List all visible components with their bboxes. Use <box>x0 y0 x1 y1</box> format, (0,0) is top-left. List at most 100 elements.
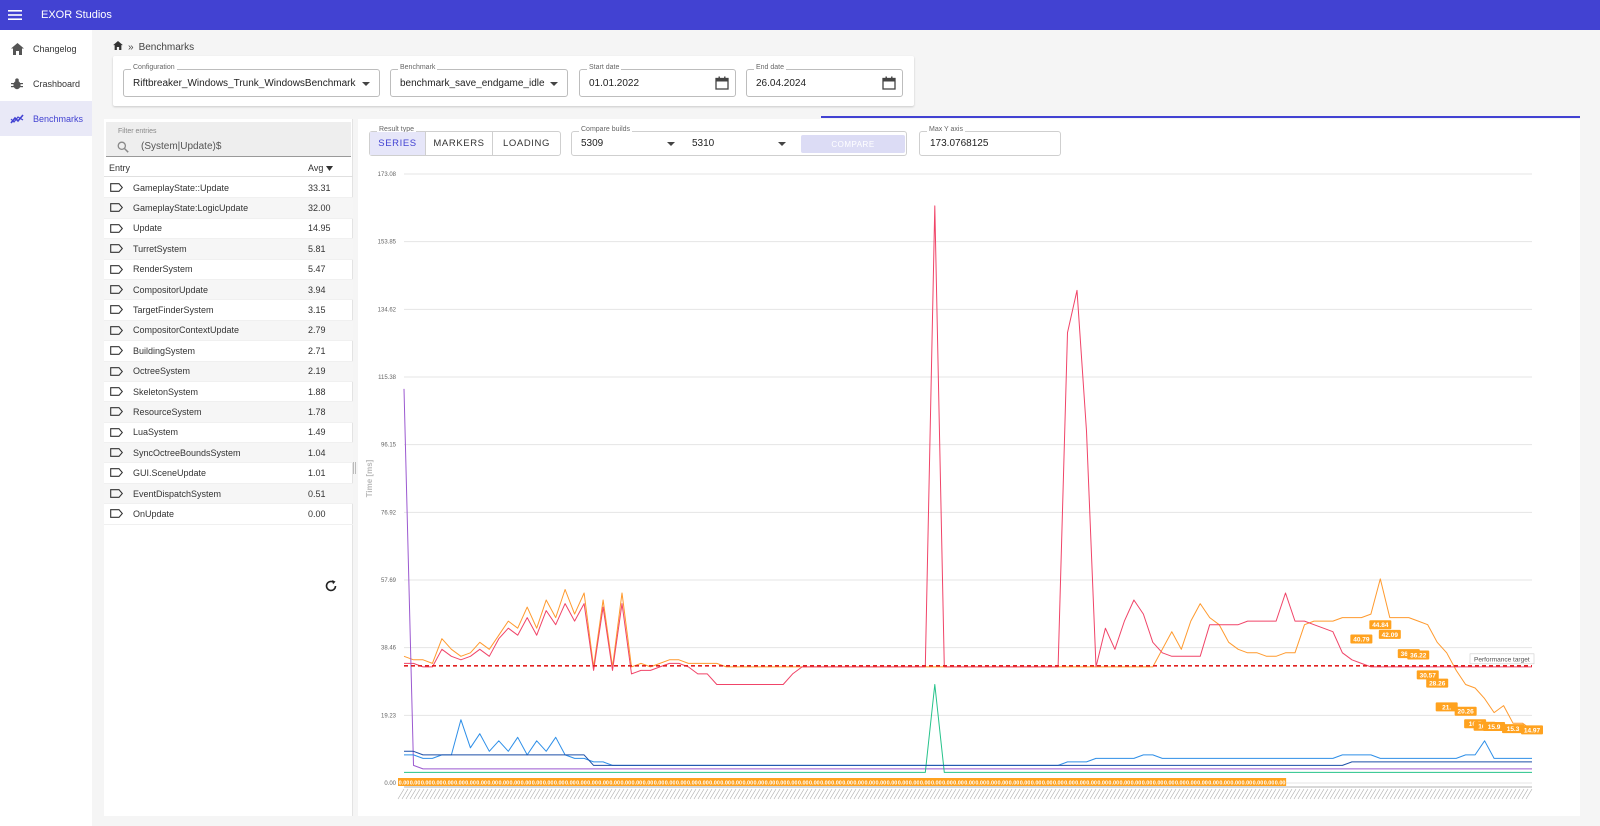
end-date-label: End date <box>754 64 787 71</box>
zero-label: 0.00 <box>432 781 443 787</box>
data-label: 15.9 <box>1488 724 1501 731</box>
calendar-icon[interactable] <box>715 76 729 95</box>
zero-label: 0.00 <box>964 781 975 787</box>
start-date-field[interactable]: Start date 01.01.2022 <box>579 64 736 97</box>
entry-avg: 2.79 <box>308 325 326 336</box>
table-row[interactable]: EventDispatchSystem 0.51 <box>104 483 353 505</box>
table-row[interactable]: SyncOctreeBoundsSystem 1.04 <box>104 443 353 464</box>
home-icon <box>9 41 25 57</box>
data-label: 30.57 <box>1420 672 1437 679</box>
entry-avg: 1.78 <box>308 406 326 417</box>
entry-avg: 2.71 <box>308 345 326 356</box>
max-y-axis-field[interactable]: Max Y axis 173.0768125 <box>919 126 1061 156</box>
table-row[interactable]: GUI.SceneUpdate 1.01 <box>104 463 353 484</box>
table-row[interactable]: OctreeSystem 2.19 <box>104 361 353 382</box>
entry-name: SkeletonSystem <box>133 386 199 397</box>
data-label: 20.26 <box>1458 709 1475 716</box>
zero-label: 0.00 <box>831 781 842 787</box>
table-row[interactable]: RenderSystem 5.47 <box>104 260 353 280</box>
table-row[interactable]: TargetFinderSystem 3.15 <box>104 300 353 321</box>
zero-label: 0.00 <box>975 781 986 787</box>
entry-name: CompositorContextUpdate <box>133 325 240 336</box>
table-row[interactable]: GameplayState::Update 33.31 <box>104 178 353 199</box>
zero-label: 0.00 <box>898 781 909 787</box>
sidebar-item-benchmarks[interactable]: Benchmarks <box>0 101 92 136</box>
sidebar-item-label: Changelog <box>33 43 77 54</box>
entry-avg: 0.51 <box>308 488 326 499</box>
end-date-field[interactable]: End date 26.04.2024 <box>746 64 903 97</box>
zero-label: 0.00 <box>1242 781 1253 787</box>
configuration-label: Configuration <box>131 64 177 71</box>
zero-label: 0.00 <box>1153 781 1164 787</box>
entry-name: GameplayState:LogicUpdate <box>133 203 249 214</box>
column-header-avg[interactable]: Avg <box>308 163 334 173</box>
zero-label: 0.00 <box>543 781 554 787</box>
data-label: 42.09 <box>1382 632 1399 639</box>
zero-label: 0.00 <box>864 781 875 787</box>
zero-label: 0.00 <box>532 781 543 787</box>
start-date-label: Start date <box>587 64 622 71</box>
zero-label: 0.00 <box>498 781 509 787</box>
zero-label: 0.00 <box>1031 781 1042 787</box>
zero-label: 0.00 <box>632 781 643 787</box>
sidebar: Changelog Crashboard Benchmarks <box>0 30 92 826</box>
table-row[interactable]: TurretSystem 5.81 <box>104 239 353 260</box>
label-outline-icon <box>110 387 124 398</box>
entry-name: EventDispatchSystem <box>133 488 222 499</box>
table-row[interactable]: CompositorContextUpdate 2.79 <box>104 320 353 342</box>
zero-label: 0.00 <box>986 781 997 787</box>
entry-name: Update <box>133 223 163 234</box>
table-row[interactable]: OnUpdate 0.00 <box>104 504 353 525</box>
zero-label: 0.00 <box>709 781 720 787</box>
table-row[interactable]: ResourceSystem 1.78 <box>104 402 353 423</box>
zero-label: 0.00 <box>1064 781 1075 787</box>
label-outline-icon <box>110 468 124 479</box>
max-y-axis-label: Max Y axis <box>927 126 965 133</box>
entry-avg: 1.04 <box>308 447 326 458</box>
zero-label: 0.00 <box>1275 781 1286 787</box>
sidebar-item-changelog[interactable]: Changelog <box>0 31 92 66</box>
zero-label: 0.00 <box>1131 781 1142 787</box>
home-icon[interactable] <box>113 41 123 53</box>
zero-label: 0.00 <box>798 781 809 787</box>
result-type-series[interactable]: SERIES <box>370 132 425 155</box>
table-row[interactable]: Update 14.95 <box>104 219 353 240</box>
y-tick-label: 19.23 <box>381 713 397 719</box>
filter-entries-input[interactable]: Filter entries (System|Update)$ <box>106 122 351 157</box>
y-tick-label: 0.00 <box>384 781 396 787</box>
zero-label: 0.00 <box>1186 781 1197 787</box>
end-date-value: 26.04.2024 <box>756 78 807 89</box>
calendar-icon[interactable] <box>882 76 896 95</box>
entry-name: ResourceSystem <box>133 406 202 417</box>
build-a-select[interactable]: 5309 <box>581 138 603 149</box>
table-row[interactable]: LuaSystem 1.49 <box>104 423 353 444</box>
zero-label: 0.00 <box>776 781 787 787</box>
zero-label: 0.00 <box>399 781 410 787</box>
table-row[interactable]: CompositorUpdate 3.94 <box>104 279 353 301</box>
result-type-markers[interactable]: MARKERS <box>425 132 492 155</box>
zero-label: 0.00 <box>487 781 498 787</box>
build-b-select[interactable]: 5310 <box>692 138 714 149</box>
label-outline-icon <box>110 489 124 500</box>
table-row[interactable]: BuildingSystem 2.71 <box>104 341 353 362</box>
entry-avg: 2.19 <box>308 366 326 377</box>
app-title: EXOR Studios <box>41 9 112 21</box>
table-row[interactable]: SkeletonSystem 1.88 <box>104 382 353 403</box>
benchmark-value: benchmark_save_endgame_idle <box>400 78 545 89</box>
benchmark-select[interactable]: Benchmark benchmark_save_endgame_idle <box>390 64 568 97</box>
result-type-loading[interactable]: LOADING <box>492 132 560 155</box>
zero-label: 0.00 <box>820 781 831 787</box>
configuration-select[interactable]: Configuration Riftbreaker_Windows_Trunk_… <box>123 64 380 97</box>
table-row[interactable]: GameplayState:LogicUpdate 32.00 <box>104 198 353 219</box>
y-tick-label: 173.08 <box>378 172 397 178</box>
entry-name: LuaSystem <box>133 427 179 438</box>
compare-button[interactable]: COMPARE <box>801 135 905 153</box>
zero-label: 0.00 <box>554 781 565 787</box>
sort-desc-icon <box>326 165 334 171</box>
zero-label: 0.00 <box>609 781 620 787</box>
menu-icon[interactable] <box>1 0 29 30</box>
sidebar-item-crashboard[interactable]: Crashboard <box>0 66 92 101</box>
column-header-entry[interactable]: Entry <box>109 163 130 173</box>
zero-label: 0.00 <box>887 781 898 787</box>
panel-resize-handle[interactable] <box>353 462 356 474</box>
